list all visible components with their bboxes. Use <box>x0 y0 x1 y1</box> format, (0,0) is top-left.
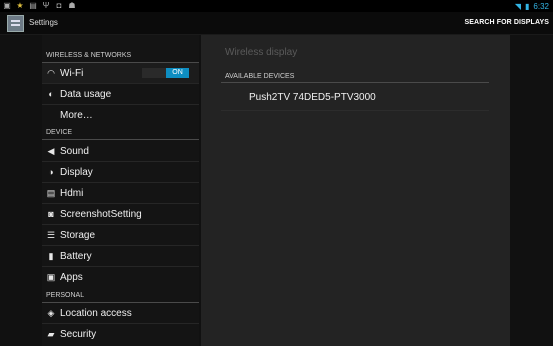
device-item[interactable]: Push2TV 74DED5-PTV3000 <box>249 92 376 103</box>
sidebar-item-apps[interactable]: ▣ Apps <box>42 267 199 288</box>
shield-icon: ◘ <box>56 1 62 10</box>
sidebar-item-label: ScreenshotSetting <box>60 209 142 220</box>
sidebar-item-display[interactable]: ◑ Display <box>42 162 199 183</box>
sidebar-item-label: Wi-Fi <box>60 68 84 79</box>
star-icon: ★ <box>16 1 24 10</box>
wireless-display-panel: Wireless display AVAILABLE DEVICES Push2… <box>201 35 510 346</box>
sidebar-item-wifi[interactable]: ◠ Wi-Fi ON <box>42 63 199 84</box>
system-icons: ◥ ▮ 6:32 <box>515 0 549 12</box>
wifi-icon: ◠ <box>47 68 55 78</box>
apps-icon: ▣ <box>46 272 56 282</box>
action-bar-title: Settings <box>29 18 58 27</box>
data-usage-icon: ◐ <box>48 89 54 99</box>
sidebar-item-storage[interactable]: ☰ Storage <box>42 225 199 246</box>
display-icon: ◑ <box>48 167 54 177</box>
camera-icon: ◙ <box>48 209 54 219</box>
settings-app-icon[interactable] <box>7 15 24 32</box>
available-devices-header: AVAILABLE DEVICES <box>225 73 295 80</box>
sidebar-item-label: Data usage <box>60 89 112 100</box>
usb-icon: Ψ <box>42 1 50 10</box>
search-for-displays-button[interactable]: SEARCH FOR DISPLAYS <box>465 19 550 26</box>
sidebar-item-label: Storage <box>60 230 96 241</box>
wifi-toggle-on: ON <box>166 68 189 78</box>
sidebar-item-hdmi[interactable]: ▤ Hdmi <box>42 183 199 204</box>
image-icon: ▣ <box>3 1 11 10</box>
gallery-icon: ▤ <box>29 1 37 10</box>
wifi-signal-icon: ◥ <box>514 1 522 11</box>
storage-icon: ☰ <box>46 230 56 240</box>
action-bar: Settings SEARCH FOR DISPLAYS <box>0 12 553 35</box>
status-bar: ▣ ★ ▤ Ψ ◘ ☗ ◥ ▮ 6:32 <box>0 0 553 12</box>
item-divider <box>221 110 489 111</box>
lock-icon: ▰ <box>47 329 55 339</box>
battery-status-icon: ▮ <box>525 1 530 11</box>
sidebar-item-label: Battery <box>60 251 92 262</box>
sidebar-item-screenshot-setting[interactable]: ◙ ScreenshotSetting <box>42 204 199 225</box>
section-divider <box>42 139 199 140</box>
location-icon: ◈ <box>47 308 55 318</box>
sidebar-item-battery[interactable]: ▮ Battery <box>42 246 199 267</box>
section-header-device: DEVICE <box>46 129 73 136</box>
settings-sidebar: WIRELESS & NETWORKS ◠ Wi-Fi ON ◐ Data us… <box>42 35 199 346</box>
section-header-wireless: WIRELESS & NETWORKS <box>46 52 132 59</box>
section-header-personal: PERSONAL <box>46 292 85 299</box>
section-divider <box>221 82 489 83</box>
content-area: WIRELESS & NETWORKS ◠ Wi-Fi ON ◐ Data us… <box>0 35 553 346</box>
speaker-icon: ◀ <box>47 146 55 156</box>
notification-icons: ▣ ★ ▤ Ψ ◘ ☗ <box>3 1 76 10</box>
sidebar-item-data-usage[interactable]: ◐ Data usage <box>42 84 199 105</box>
sidebar-item-label: Sound <box>60 146 89 157</box>
sidebar-item-more[interactable]: More… <box>42 105 199 126</box>
sidebar-item-security[interactable]: ▰ Security <box>42 324 199 345</box>
battery-icon: ▮ <box>48 251 54 261</box>
android-icon: ☗ <box>68 1 76 10</box>
sidebar-item-label: Apps <box>60 272 83 283</box>
sidebar-item-location-access[interactable]: ◈ Location access <box>42 303 199 324</box>
sidebar-item-label: Hdmi <box>60 188 84 199</box>
sidebar-item-label: Security <box>60 329 97 340</box>
wireless-display-title: Wireless display <box>225 47 298 58</box>
wifi-toggle[interactable]: ON <box>142 68 189 78</box>
sidebar-item-sound[interactable]: ◀ Sound <box>42 141 199 162</box>
sidebar-item-label: More… <box>60 110 93 121</box>
hdmi-icon: ▤ <box>46 188 56 198</box>
clock: 6:32 <box>533 1 549 11</box>
sidebar-item-label: Location access <box>60 308 132 319</box>
sidebar-item-label: Display <box>60 167 93 178</box>
